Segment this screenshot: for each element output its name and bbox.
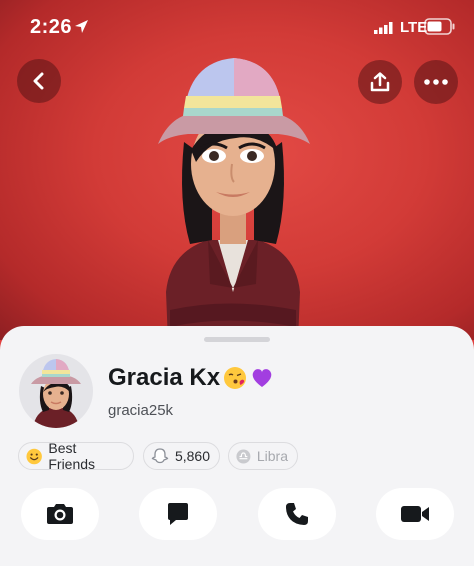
chat-button[interactable] bbox=[139, 488, 217, 540]
avatar[interactable] bbox=[19, 354, 93, 428]
call-button[interactable] bbox=[258, 488, 336, 540]
snap-score-ghost-icon bbox=[151, 448, 169, 464]
more-dots-icon bbox=[424, 79, 448, 85]
status-bar: 2:26 LTE bbox=[0, 0, 474, 58]
display-name-row: Gracia Kx bbox=[108, 364, 274, 392]
status-time: 2:26 bbox=[30, 16, 73, 38]
share-icon bbox=[370, 72, 390, 92]
camera-button[interactable] bbox=[21, 488, 99, 540]
video-icon bbox=[401, 506, 429, 522]
smile-emoji-icon bbox=[26, 448, 42, 464]
more-options-button[interactable] bbox=[414, 60, 458, 104]
snap-score-value: 5,860 bbox=[174, 448, 210, 464]
back-button[interactable] bbox=[17, 59, 61, 103]
cellular-signal-icon bbox=[374, 22, 393, 34]
battery-icon bbox=[424, 18, 455, 35]
kissing-face-emoji bbox=[224, 367, 247, 389]
phone-icon bbox=[286, 503, 308, 525]
display-name: Gracia Kx bbox=[108, 364, 221, 391]
share-button[interactable] bbox=[358, 60, 402, 104]
profile-hero: 2:26 LTE bbox=[0, 0, 474, 340]
profile-sheet: Gracia Kx gracia25k Best Friends 5,860 L… bbox=[0, 326, 474, 566]
sheet-grabber[interactable] bbox=[204, 337, 270, 342]
snap-score-badge[interactable]: 5,860 bbox=[143, 442, 220, 470]
bitmoji-avatar-large bbox=[158, 58, 310, 340]
best-friends-label: Best Friends bbox=[48, 440, 96, 472]
best-friends-badge[interactable]: Best Friends bbox=[18, 440, 134, 472]
bitmoji-avatar-small bbox=[31, 359, 81, 428]
chat-icon bbox=[168, 503, 188, 525]
camera-icon bbox=[47, 504, 73, 524]
purple-heart-emoji bbox=[252, 369, 272, 387]
zodiac-badge[interactable]: Libra bbox=[228, 442, 298, 470]
zodiac-label: Libra bbox=[256, 448, 288, 464]
video-call-button[interactable] bbox=[376, 488, 454, 540]
zodiac-libra-icon bbox=[236, 449, 251, 463]
username: gracia25k bbox=[108, 402, 174, 419]
back-chevron-icon bbox=[33, 72, 44, 90]
location-arrow-icon bbox=[75, 20, 88, 33]
